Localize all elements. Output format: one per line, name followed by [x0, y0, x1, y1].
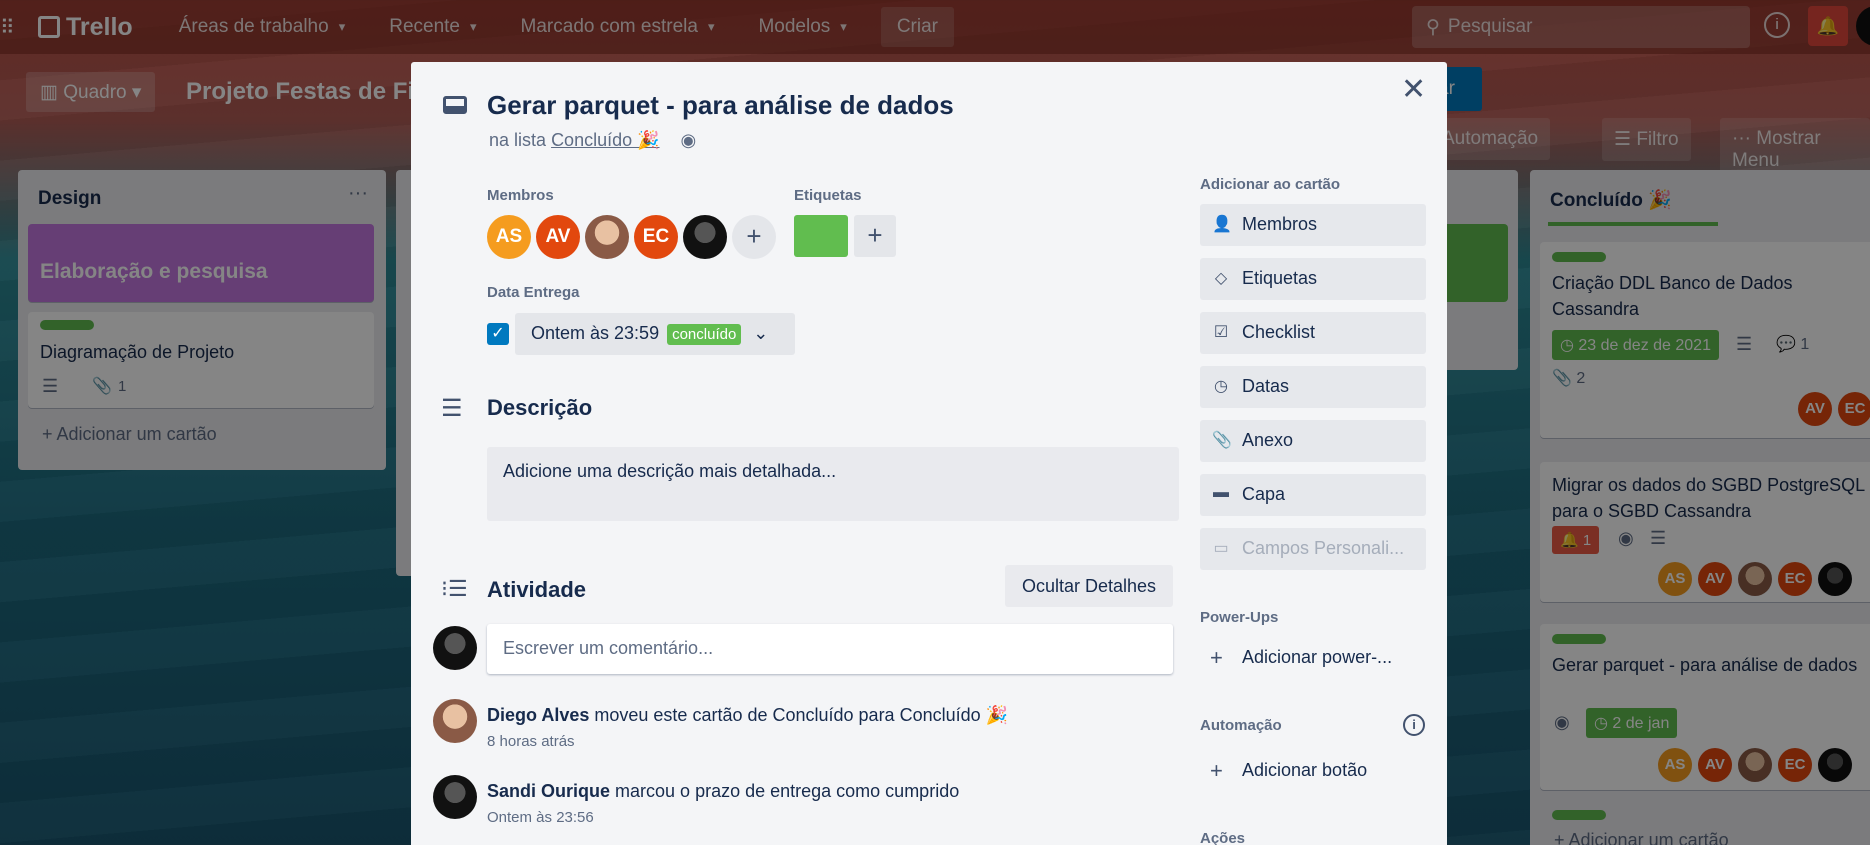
button-label: Anexo	[1242, 430, 1294, 450]
label-green[interactable]	[794, 215, 848, 257]
tag-icon: ◇	[1214, 270, 1228, 287]
in-list-info: na lista Concluído 🎉 ◉	[489, 130, 696, 151]
activity-avatar[interactable]	[433, 699, 477, 743]
due-date-label: Data Entrega	[487, 284, 580, 301]
chevron-down-icon: ⌄	[753, 323, 769, 343]
add-automation-button[interactable]: + Adicionar botão	[1200, 758, 1368, 783]
activity-action: marcou o prazo de entrega como cumprido	[615, 781, 960, 801]
member-avatar[interactable]: AS	[487, 215, 531, 259]
sidebar-cover-button[interactable]: ▬ Capa	[1200, 474, 1426, 516]
checklist-icon: ☑	[1213, 324, 1229, 341]
activity-time[interactable]: Ontem às 23:56	[487, 809, 594, 826]
info-icon[interactable]: i	[1403, 714, 1425, 736]
activity-action: moveu este cartão de Concluído para Conc…	[594, 705, 1009, 725]
powerups-label: Power-Ups	[1200, 609, 1279, 626]
member-avatar[interactable]: EC	[634, 215, 678, 259]
member-avatar[interactable]	[683, 215, 727, 259]
button-label: Adicionar botão	[1242, 760, 1368, 780]
watch-icon[interactable]: ◉	[681, 130, 697, 150]
description-placeholder: Adicione uma descrição mais detalhada...	[503, 461, 837, 481]
button-label: Adicionar power-...	[1242, 647, 1393, 667]
list-link[interactable]: Concluído 🎉	[551, 130, 659, 150]
add-member-button[interactable]: +	[732, 215, 776, 259]
comment-input[interactable]: Escrever um comentário...	[487, 624, 1173, 674]
add-label-button[interactable]: +	[854, 215, 896, 257]
members-label: Membros	[487, 187, 554, 204]
button-label: Etiquetas	[1242, 268, 1318, 288]
due-date-value: Ontem às 23:59	[531, 323, 660, 343]
sidebar-attachment-button[interactable]: 📎 Anexo	[1200, 420, 1426, 462]
close-icon[interactable]: ✕	[1401, 72, 1426, 107]
due-status-badge: concluído	[667, 324, 742, 345]
card-title[interactable]: Gerar parquet - para análise de dados	[487, 90, 954, 121]
activity-time[interactable]: 8 horas atrás	[487, 733, 575, 750]
due-complete-checkbox[interactable]: ✓	[487, 323, 509, 345]
paperclip-icon: 📎	[1212, 432, 1232, 449]
description-icon: ☰	[441, 395, 463, 422]
comment-placeholder: Escrever um comentário...	[503, 638, 714, 658]
activity-avatar[interactable]	[433, 775, 477, 819]
current-user-avatar[interactable]	[433, 626, 477, 670]
due-date-button[interactable]: Ontem às 23:59 concluído ⌄	[515, 313, 795, 355]
activity-title: Atividade	[487, 577, 587, 602]
custom-fields-icon: ▭	[1213, 540, 1229, 557]
person-icon: 👤	[1212, 216, 1232, 233]
member-avatar[interactable]: AV	[536, 215, 580, 259]
automation-label: Automação	[1200, 717, 1282, 734]
sidebar-dates-button[interactable]: ◷ Datas	[1200, 366, 1426, 408]
activity-item: Sandi Ourique marcou o prazo de entrega …	[487, 781, 959, 802]
button-label: Datas	[1242, 376, 1290, 396]
actions-label: Ações	[1200, 830, 1246, 845]
card-icon	[443, 96, 467, 114]
sidebar-checklist-button[interactable]: ☑ Checklist	[1200, 312, 1426, 354]
button-label: Checklist	[1242, 322, 1316, 342]
description-input[interactable]: Adicione uma descrição mais detalhada...	[487, 447, 1179, 521]
sidebar-custom-fields-button[interactable]: ▭ Campos Personali...	[1200, 528, 1426, 570]
activity-user[interactable]: Diego Alves	[487, 705, 589, 725]
button-label: Capa	[1242, 484, 1286, 504]
activity-item: Diego Alves moveu este cartão de Concluí…	[487, 705, 1008, 726]
add-powerup-button[interactable]: + Adicionar power-...	[1200, 645, 1393, 670]
activity-user[interactable]: Sandi Ourique	[487, 781, 610, 801]
button-label: Membros	[1242, 214, 1318, 234]
description-title: Descrição	[487, 395, 593, 420]
sidebar-members-button[interactable]: 👤 Membros	[1200, 204, 1426, 246]
member-avatar[interactable]	[585, 215, 629, 259]
plus-icon: +	[1210, 645, 1223, 670]
sidebar-labels-button[interactable]: ◇ Etiquetas	[1200, 258, 1426, 300]
clock-icon: ◷	[1214, 378, 1228, 395]
plus-icon: +	[1210, 758, 1223, 783]
hide-details-button[interactable]: Ocultar Detalhes	[1005, 565, 1173, 607]
add-to-card-label: Adicionar ao cartão	[1200, 176, 1341, 193]
cover-icon: ▬	[1213, 484, 1229, 501]
in-list-prefix: na lista	[489, 130, 547, 150]
button-label: Campos Personali...	[1242, 538, 1405, 558]
card-detail-modal: Gerar parquet - para análise de dados na…	[411, 62, 1447, 845]
activity-icon: ⁝☰	[441, 576, 468, 601]
labels-label: Etiquetas	[794, 187, 862, 204]
